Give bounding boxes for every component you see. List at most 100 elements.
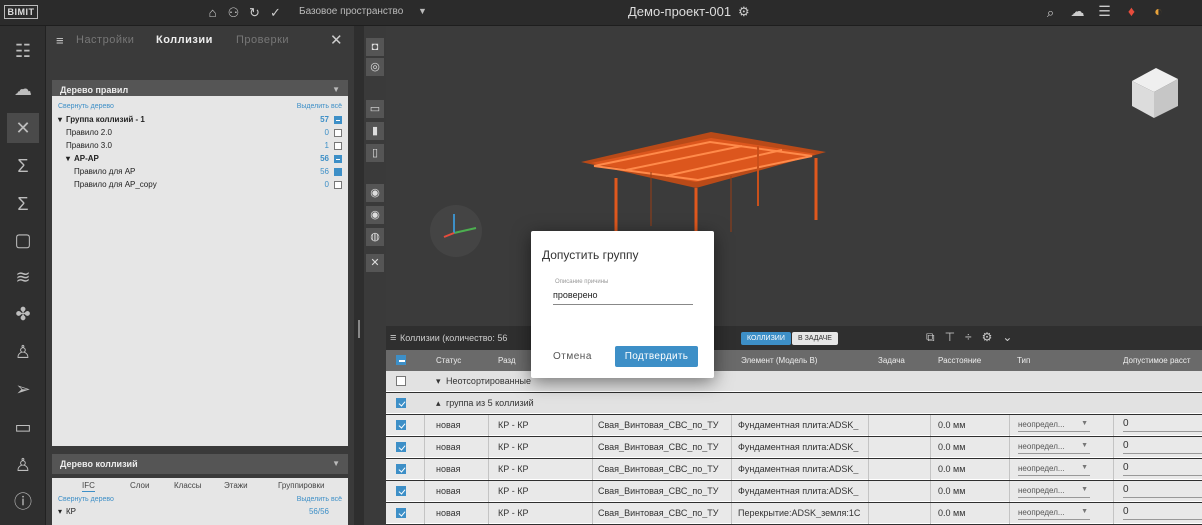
col-task[interactable]: Задача	[878, 356, 905, 365]
menu-icon[interactable]: ≡	[390, 332, 396, 344]
select-all-link[interactable]: Выделить всё	[297, 103, 342, 110]
table-row[interactable]: новая КР - КР Свая_Винтовая_СВС_по_ТУ Фу…	[386, 459, 1202, 480]
tree-row[interactable]: Правило для АР 56	[52, 167, 348, 178]
search-icon[interactable]: ⌕	[1043, 5, 1058, 20]
type-select[interactable]: неопредел... ▼	[1018, 506, 1090, 520]
row-checkbox[interactable]	[396, 464, 406, 474]
table-row[interactable]: новая КР - КР Свая_Винтовая_СВС_по_ТУ Фу…	[386, 437, 1202, 458]
puzzle-icon[interactable]: ✤	[7, 299, 39, 329]
eye-off-icon[interactable]: ◍	[366, 228, 384, 246]
tree-row[interactable]: Правило 3.0 1	[52, 141, 348, 152]
type-select[interactable]: неопредел... ▼	[1018, 418, 1090, 432]
tab-settings[interactable]: Настройки	[76, 34, 134, 46]
view-cube[interactable]	[1132, 68, 1178, 118]
reason-input[interactable]: проверено	[553, 288, 693, 305]
allowed-input[interactable]: 0	[1123, 462, 1202, 476]
tab-collisions[interactable]: Коллизии	[156, 34, 213, 46]
row-checkbox[interactable]	[396, 398, 406, 408]
row-checkbox[interactable]	[396, 420, 406, 430]
type-select[interactable]: неопредел... ▼	[1018, 462, 1090, 476]
model-tree-icon[interactable]: ☷	[7, 36, 39, 66]
users-icon[interactable]: ⚇	[226, 5, 241, 20]
tab-checks[interactable]: Проверки	[236, 34, 289, 46]
split-icon[interactable]: ÷	[965, 330, 972, 345]
panel-splitter[interactable]	[354, 26, 364, 525]
axes-gizmo[interactable]	[430, 205, 482, 257]
table-row[interactable]: новая КР - КР Свая_Винтовая_СВС_по_ТУ Фу…	[386, 415, 1202, 436]
splitter-grip[interactable]	[358, 320, 360, 338]
user-settings-icon[interactable]: ♙	[7, 450, 39, 480]
filter-task-pill[interactable]: В ЗАДАЧЕ	[792, 332, 838, 345]
row-checkbox[interactable]	[396, 508, 406, 518]
select-all-checkbox[interactable]	[396, 355, 406, 365]
briefcase-icon[interactable]: ⌂	[205, 5, 220, 20]
table-row[interactable]: новая КР - КР Свая_Винтовая_СВС_по_ТУ Фу…	[386, 481, 1202, 502]
rule-checkbox[interactable]	[334, 116, 342, 124]
chevron-down-icon[interactable]: ▼	[1081, 420, 1088, 427]
col-section[interactable]: Разд	[498, 356, 516, 365]
row-checkbox[interactable]	[396, 376, 406, 386]
confirm-button[interactable]: Подтвердить	[615, 346, 698, 367]
tree-row[interactable]: Правило для АР_copy 0	[52, 180, 348, 191]
rule-checkbox[interactable]	[334, 181, 342, 189]
chevron-down-icon[interactable]: ▼	[1081, 508, 1088, 515]
tab-classes[interactable]: Классы	[174, 481, 202, 490]
chevron-down-icon[interactable]: ▼	[1081, 464, 1088, 471]
chart-icon[interactable]: ≋	[7, 262, 39, 292]
refresh-icon[interactable]: ↻	[247, 5, 262, 20]
menu-icon[interactable]: ≡	[56, 33, 64, 48]
row-checkbox[interactable]	[396, 442, 406, 452]
sum-plus-icon[interactable]: Σ	[7, 189, 39, 219]
chevron-down-icon[interactable]: ▼	[332, 459, 340, 468]
col-element-b[interactable]: Элемент (Модель В)	[741, 356, 817, 365]
tab-layers[interactable]: Слои	[130, 481, 149, 490]
wall-icon[interactable]: ▮	[366, 122, 384, 140]
caret-icon[interactable]: ▾	[66, 154, 70, 163]
check-circle-icon[interactable]: ✓	[268, 5, 283, 20]
select-all-link[interactable]: Выделить всё	[297, 496, 342, 503]
col-type[interactable]: Тип	[1017, 356, 1030, 365]
collision-tree-item[interactable]: КР	[66, 507, 76, 516]
group-row-unsorted[interactable]: ▾ Неотсортированные	[386, 371, 1202, 392]
clear-selection-icon[interactable]: ✕	[366, 254, 384, 272]
door-icon[interactable]: ▯	[366, 144, 384, 162]
rule-checkbox[interactable]	[334, 129, 342, 137]
notification-bell-icon[interactable]: ♦	[1124, 4, 1139, 19]
type-select[interactable]: неопредел... ▼	[1018, 440, 1090, 454]
user-icon[interactable]: ◐	[1151, 4, 1166, 19]
tab-floors[interactable]: Этажи	[224, 481, 248, 490]
tab-ifc[interactable]: IFC	[82, 481, 95, 492]
gear-icon[interactable]: ⚙	[982, 330, 993, 345]
allowed-input[interactable]: 0	[1123, 418, 1202, 432]
cloud-sync-icon[interactable]: ☁	[7, 74, 39, 104]
chevron-down-icon[interactable]: ▼	[1081, 486, 1088, 493]
tab-groupings[interactable]: Группировки	[278, 481, 325, 490]
list-icon[interactable]: ☰	[1097, 4, 1112, 19]
align-top-icon[interactable]: ⊤	[945, 330, 955, 345]
eye-icon[interactable]: ◉	[366, 206, 384, 224]
collisions-icon[interactable]: ✕	[7, 113, 39, 143]
tree-row[interactable]: ▾ Группа коллизий - 1 57	[52, 115, 348, 126]
sum-icon[interactable]: Σ	[7, 151, 39, 181]
allowed-input[interactable]: 0	[1123, 484, 1202, 498]
chevron-down-icon[interactable]: ▼	[1081, 442, 1088, 449]
collapse-tree-link[interactable]: Свернуть дерево	[58, 496, 114, 503]
row-checkbox[interactable]	[396, 486, 406, 496]
copy-icon[interactable]: ⧉	[926, 330, 935, 345]
group-row-five[interactable]: ▴ группа из 5 коллизий	[386, 393, 1202, 414]
caret-icon[interactable]: ▾	[436, 376, 441, 387]
col-allowed[interactable]: Допустимое расст	[1123, 356, 1191, 365]
rule-checkbox[interactable]	[334, 168, 342, 176]
allowed-input[interactable]: 0	[1123, 506, 1202, 520]
table-row[interactable]: новая КР - КР Свая_Винтовая_СВС_по_ТУ Пе…	[386, 503, 1202, 524]
caret-icon[interactable]: ▾	[58, 115, 62, 124]
rule-checkbox[interactable]	[334, 155, 342, 163]
info-icon[interactable]: ⓘ	[7, 487, 39, 517]
bus-icon[interactable]: ▭	[7, 412, 39, 442]
send-icon[interactable]: ➢	[7, 374, 39, 404]
space-caret-icon[interactable]: ▼	[418, 6, 427, 16]
space-selector[interactable]: Базовое пространство	[299, 6, 403, 17]
cancel-button[interactable]: Отмена	[553, 351, 592, 362]
3d-viewport[interactable]	[386, 26, 1202, 326]
caret-icon[interactable]: ▴	[436, 398, 441, 409]
